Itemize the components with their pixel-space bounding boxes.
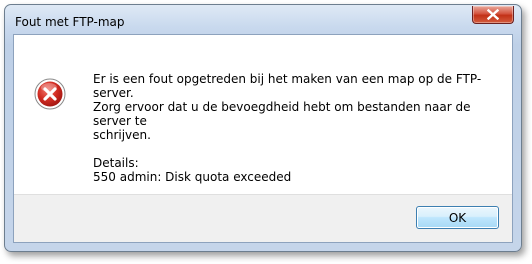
message-line-3: schrijven. — [93, 128, 151, 142]
error-message: Er is een fout opgetreden bij het maken … — [93, 72, 503, 184]
message-area: Er is een fout opgetreden bij het maken … — [14, 35, 512, 194]
dialog-content: Er is een fout opgetreden bij het maken … — [13, 34, 513, 243]
dialog-footer: OK — [14, 194, 512, 242]
message-line-1: Er is een fout opgetreden bij het maken … — [93, 72, 482, 100]
details-label: Details: — [93, 156, 139, 170]
message-line-2: Zorg ervoor dat u de bevoegdheid hebt om… — [93, 100, 471, 128]
close-icon — [486, 5, 500, 24]
ok-button[interactable]: OK — [416, 206, 499, 229]
window-title: Fout met FTP-map — [15, 15, 125, 29]
error-icon — [34, 78, 66, 110]
details-value: 550 admin: Disk quota exceeded — [93, 170, 292, 184]
error-dialog-window: Fout met FTP-map Er is een fout opgetred… — [4, 4, 522, 252]
close-button[interactable] — [472, 6, 514, 24]
